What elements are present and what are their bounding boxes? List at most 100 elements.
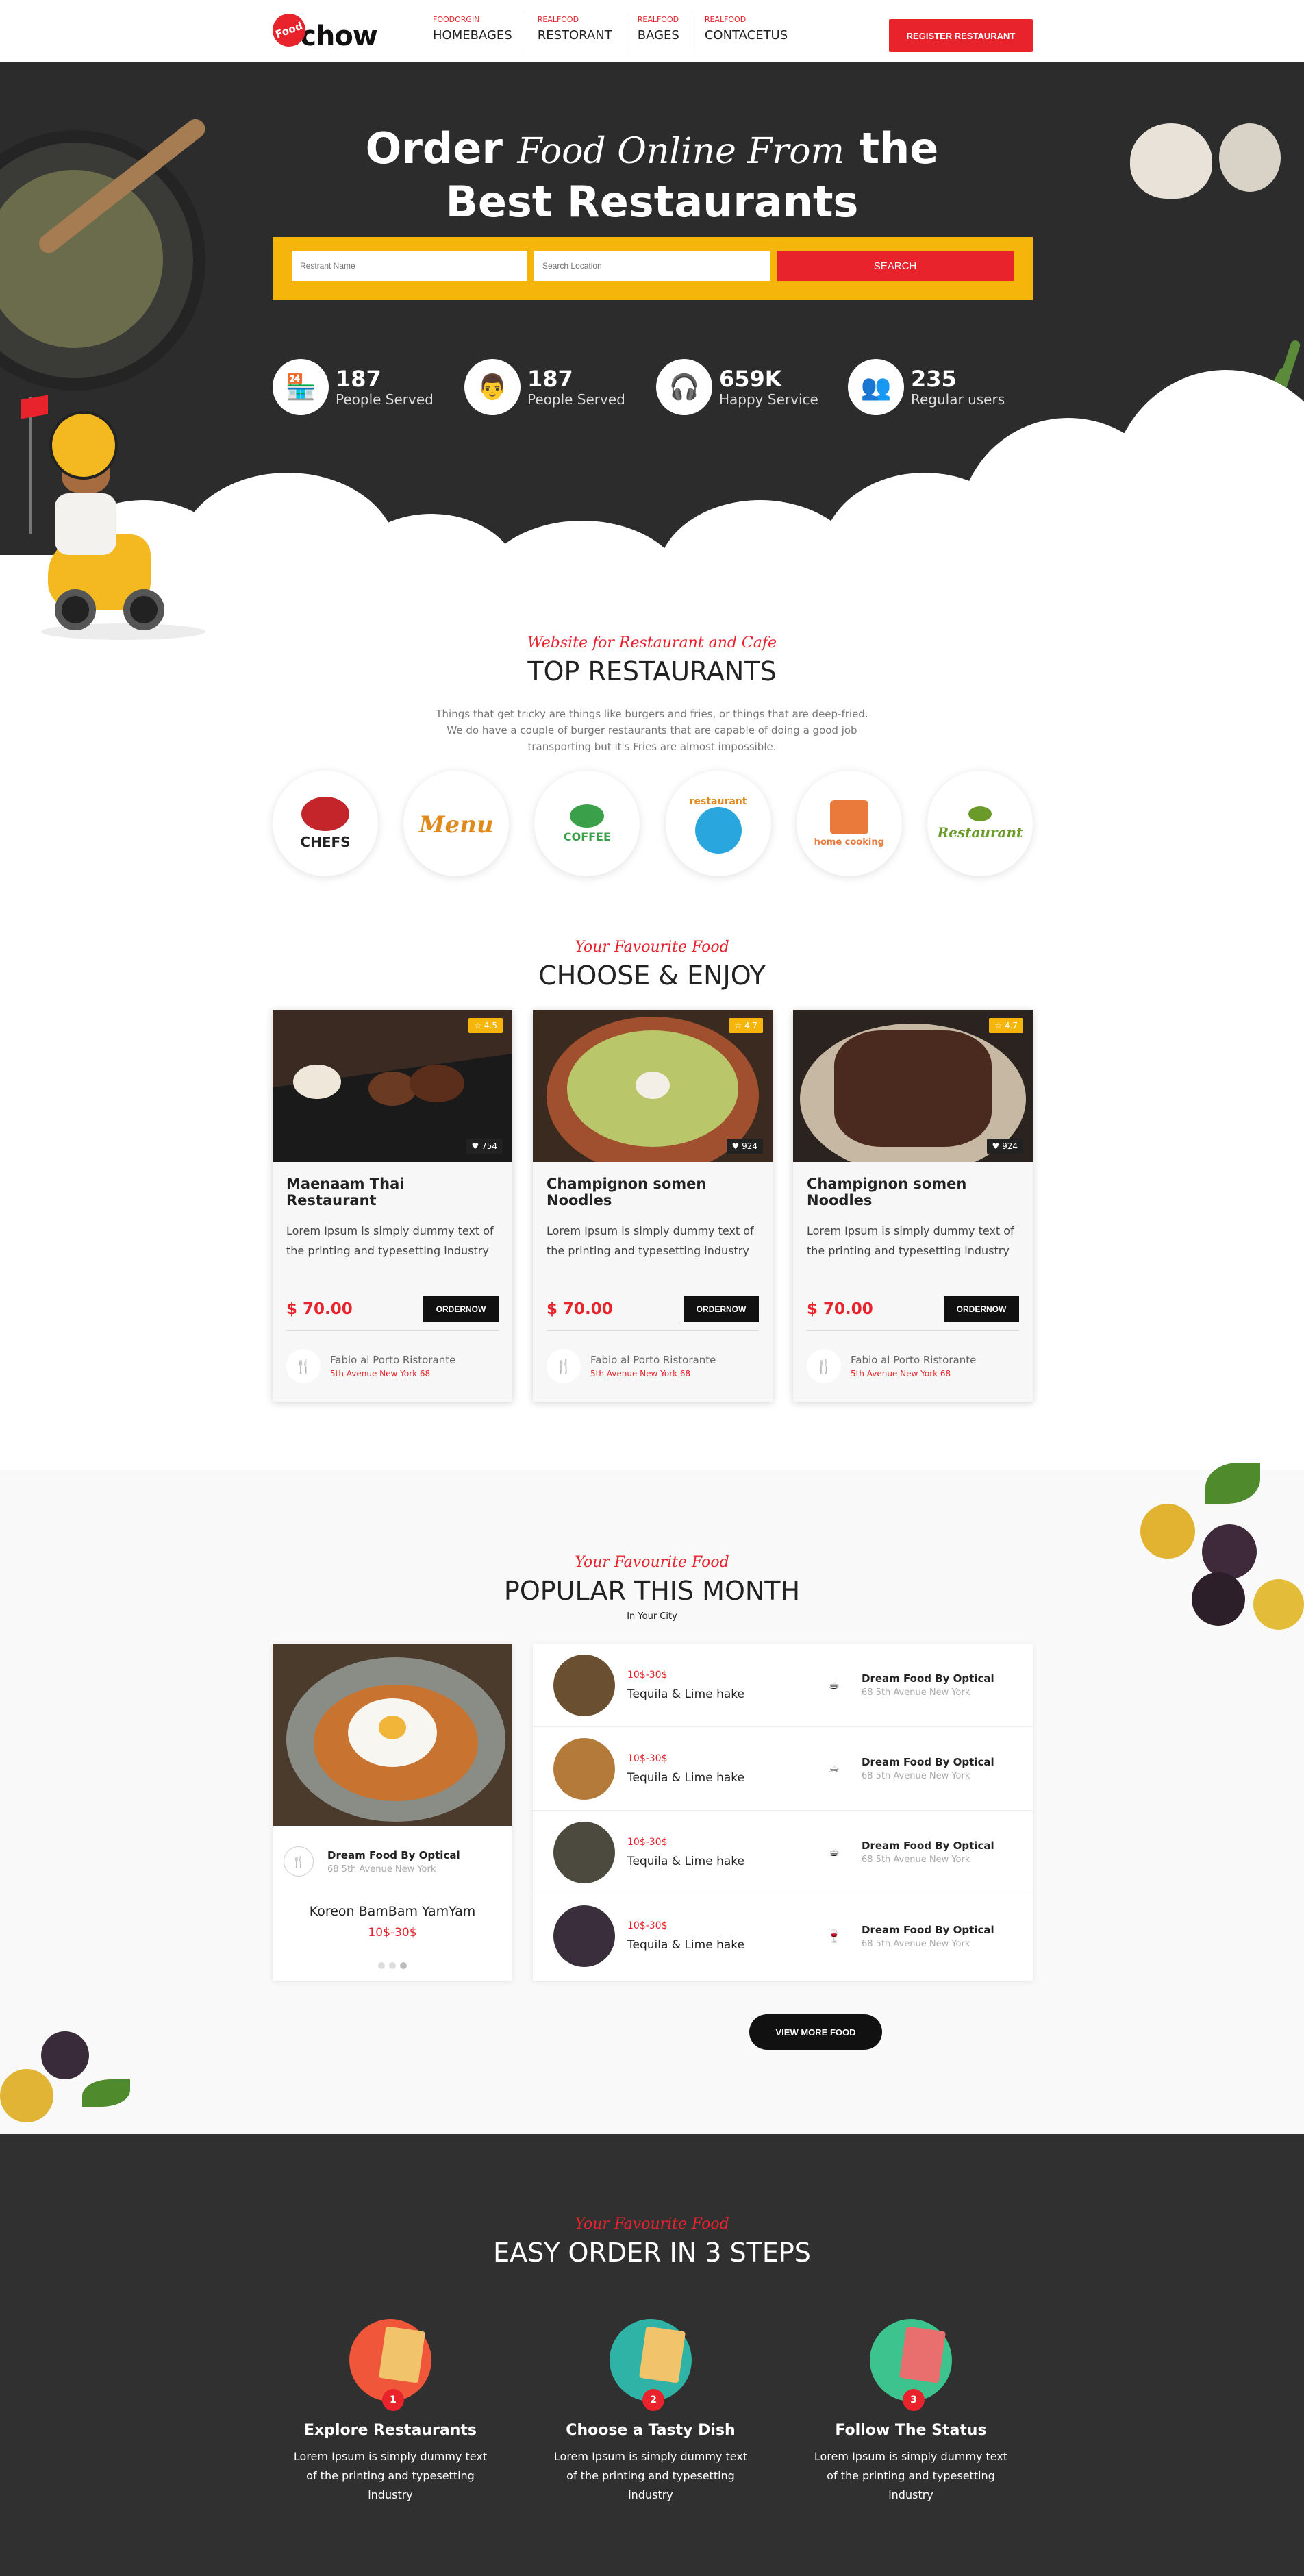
restaurant-logo[interactable]: restaurant [665,771,771,876]
restaurant-address: 5th Avenue New York 68 [330,1369,431,1378]
stat-item: 👥 235 Regular users [848,359,1033,415]
search-bar: SEARCH [273,237,1033,300]
restaurant-mini-logo-icon: 🍴 [284,1846,314,1877]
likes-badge: ♥ 924 [726,1139,763,1154]
food-card[interactable]: ☆ 4.7 ♥ 924 Champignon somen Noodles Lor… [793,1010,1033,1402]
food-card[interactable]: ☆ 4.7 ♥ 924 Champignon somen Noodles Lor… [533,1010,773,1402]
featured-dish-price: 10$-30$ [368,1926,417,1940]
restaurant-logo[interactable]: CHEFS [273,771,378,876]
dish-name: Tequila & Lime hake [627,1687,744,1701]
chef-logo-icon [301,797,349,831]
dish-thumbnail [553,1905,615,1967]
carousel-dot[interactable] [389,1962,396,1969]
food-card[interactable]: ☆ 4.5 ♥ 754 Maenaam Thai Restaurant Lore… [273,1010,512,1402]
coffee-leaf-icon [570,804,605,828]
food-image: ☆ 4.7 ♥ 924 [533,1010,773,1162]
restaurant-name: Dream Food By Optical [862,1923,994,1936]
order-now-button[interactable]: ORDERNOW [684,1296,759,1322]
restaurant-name: Fabio al Porto Ristorante [590,1354,716,1366]
users-icon: 👥 [848,359,904,415]
dish-price: 10$-30$ [627,1753,668,1764]
restaurant-logo[interactable]: Menu [403,771,510,876]
list-item[interactable]: 10$-30$ Tequila & Lime hake ☕ Dream Food … [533,1727,1033,1811]
restaurant-logo[interactable]: home cooking [796,771,902,876]
section-script-label: Your Favourite Food [575,939,729,956]
leaf-image [82,2079,130,2107]
search-button[interactable]: SEARCH [777,251,1014,281]
stat-item: 🏪 187 People Served [273,359,457,415]
list-item[interactable]: 10$-30$ Tequila & Lime hake 🍷 Dream Food … [533,1894,1033,1978]
restaurant-address: 68 5th Avenue New York [862,1687,970,1698]
step-number: 2 [642,2389,664,2411]
explore-restaurants-icon: 1 [349,2319,431,2411]
step-number: 3 [903,2389,925,2411]
restaurant-logo[interactable]: Restaurant [927,771,1033,876]
food-image: ☆ 4.7 ♥ 924 [793,1010,1033,1162]
site-logo[interactable]: .chow Food [268,9,378,52]
chef-hat-icon [968,806,992,821]
section-title: TOP RESTAURANTS [527,656,777,686]
rating-badge: ☆ 4.5 [468,1018,503,1033]
page: .chow Food FOODORGIN HOMEBAGES REALFOOD … [0,0,1304,2576]
restaurant-logo-label: home cooking [814,837,884,847]
leaf-image [1205,1463,1260,1504]
restaurant-logo[interactable]: COFFEE [534,771,640,876]
restaurant-logo-label: COFFEE [563,830,611,843]
follow-status-icon: 3 [870,2319,952,2411]
carousel-dot[interactable] [378,1962,385,1969]
restaurant-name: Dream Food By Optical [327,1848,460,1861]
step-item: 3 Follow The Status Lorem Ipsum is simpl… [808,2319,1014,2505]
view-more-food-button[interactable]: VIEW MORE FOOD [749,2014,882,2050]
order-now-button[interactable]: ORDERNOW [944,1296,1019,1322]
nav-item-home[interactable]: FOODORGIN HOMEBAGES [431,12,525,53]
nav-label: CONTACETUS [704,28,788,42]
restaurant-address: 68 5th Avenue New York [327,1863,436,1874]
list-item[interactable]: 10$-30$ Tequila & Lime hake ☕ Dream Food … [533,1811,1033,1894]
nav-sub-label: FOODORGIN [433,15,480,24]
dish-name: Tequila & Lime hake [627,1938,744,1952]
section-script-label: Your Favourite Food [575,1554,729,1571]
nav-label: HOMEBAGES [433,28,512,42]
stat-number: 235 [911,366,957,392]
main-nav: FOODORGIN HOMEBAGES REALFOOD RESTORANT R… [431,12,811,53]
step-description: Lorem Ipsum is simply dummy text of the … [553,2450,748,2501]
step-title: Follow The Status [835,2422,987,2439]
section-title: POPULAR THIS MONTH [503,1576,801,1606]
featured-dish-name: Koreon BamBam YamYam [309,1904,476,1919]
restaurant-logo-label: CHEFS [300,834,351,850]
restaurant-logo-label: Restaurant [937,824,1023,841]
nav-item-pages[interactable]: REALFOOD BAGES [636,12,692,53]
nav-item-restaurant[interactable]: REALFOOD RESTORANT [536,12,625,53]
list-item[interactable]: 10$-30$ Tequila & Lime hake ☕ Dream Food … [533,1644,1033,1727]
featured-dish-card[interactable]: 🍴 Dream Food By Optical 68 5th Avenue New… [273,1644,512,1981]
stat-label: People Served [527,391,625,408]
restaurant-mini-logo-icon: ☕ [828,1761,840,1776]
order-now-button[interactable]: ORDERNOW [423,1296,499,1322]
dish-thumbnail [553,1654,615,1716]
stat-number: 659K [719,366,782,392]
site-header: .chow Food FOODORGIN HOMEBAGES REALFOOD … [0,0,1304,62]
card-price: $ 70.00 [286,1300,353,1318]
likes-badge: ♥ 924 [986,1139,1023,1154]
stat-item: 👨 187 People Served [464,359,649,415]
store-icon: 🏪 [273,359,329,415]
nav-item-contact[interactable]: REALFOOD CONTACETUS [703,12,800,53]
step-item: 2 Choose a Tasty Dish Lorem Ipsum is sim… [548,2319,753,2505]
nav-sub-label: REALFOOD [537,15,579,24]
step-item: 1 Explore Restaurants Lorem Ipsum is sim… [288,2319,493,2505]
carousel-dots [273,1959,512,1972]
section-title: CHOOSE & ENJOY [538,961,766,991]
stats-row: 🏪 187 People Served 👨 187 People Served 🎧 … [273,359,1033,415]
register-restaurant-button[interactable]: REGISTER RESTAURANT [889,19,1033,52]
dish-thumbnail [553,1737,615,1800]
rating-badge: ☆ 4.7 [989,1018,1023,1033]
dish-thumbnail [553,1821,615,1883]
restaurant-name-input[interactable] [292,251,527,281]
rating-badge: ☆ 4.7 [729,1018,763,1033]
restaurant-name: Dream Food By Optical [862,1756,994,1768]
stat-label: Regular users [911,391,1005,408]
delivery-mascot-image [21,395,226,651]
location-input[interactable] [534,251,770,281]
carousel-dot-active[interactable] [400,1962,407,1969]
restaurant-address: 5th Avenue New York 68 [590,1369,691,1378]
